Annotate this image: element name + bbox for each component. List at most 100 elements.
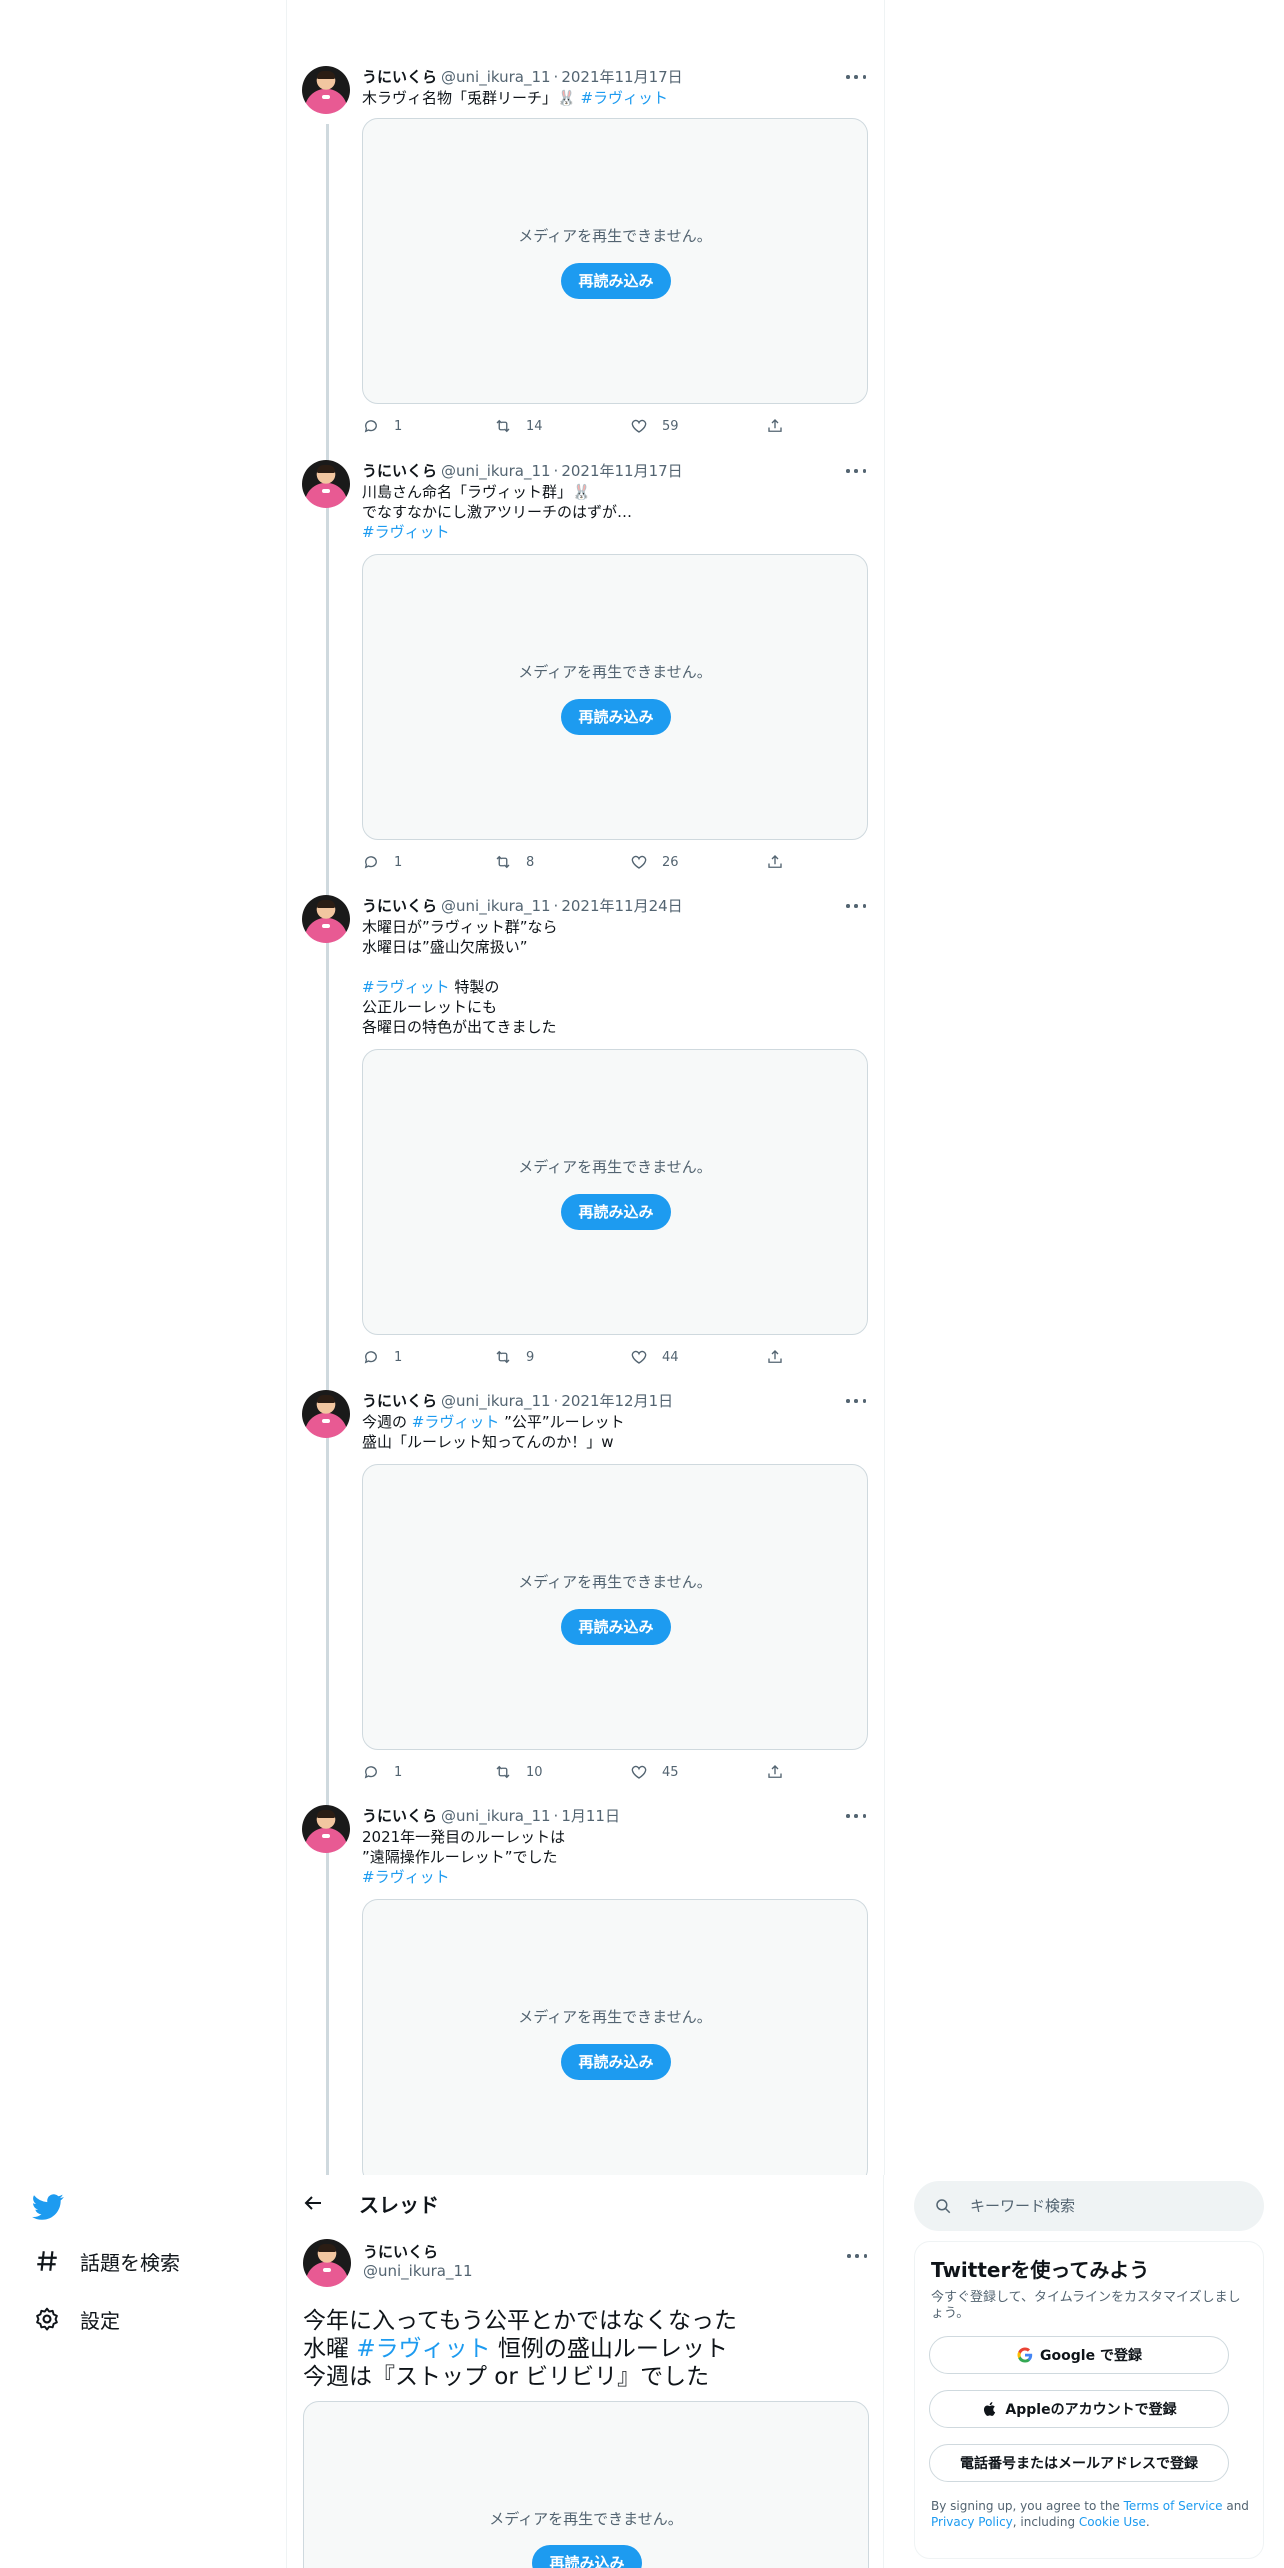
reply-button[interactable]: 1 — [362, 852, 402, 872]
like-button[interactable]: 45 — [630, 1762, 679, 1782]
avatar[interactable] — [302, 895, 350, 943]
tweet-date[interactable]: 1月11日 — [561, 1805, 620, 1827]
author-name[interactable]: うにいくら — [362, 1390, 437, 1412]
nav-explore-label: 話題を検索 — [80, 2250, 180, 2275]
retweet-icon — [496, 855, 510, 869]
apple-icon — [984, 2402, 996, 2416]
avatar[interactable] — [302, 1390, 350, 1438]
reply-button[interactable]: 1 — [362, 1762, 402, 1782]
retweet-button[interactable]: 10 — [494, 1762, 543, 1782]
media-error-message: メディアを再生できません。 — [518, 227, 712, 245]
like-button[interactable]: 26 — [630, 852, 679, 872]
signup-subtitle: 今すぐ登録して、タイムラインをカスタマイズしましょう。 — [931, 2290, 1241, 2321]
reload-button[interactable]: 再読み込み — [561, 1609, 671, 1645]
privacy-link[interactable]: Privacy Policy — [931, 2515, 1013, 2529]
main-tweet-text: 今年に入ってもう公平とかではなくなった 水曜 #ラヴィット 恒例の盛山ルーレット… — [303, 2307, 869, 2391]
share-icon — [768, 1765, 782, 1778]
like-button[interactable]: 59 — [630, 416, 679, 436]
author-name[interactable]: うにいくら — [362, 895, 437, 917]
more-icon[interactable] — [847, 2247, 867, 2265]
tweet-text-part: 木ラヴィ名物「兎群リーチ」🐰 — [362, 89, 581, 107]
reply-button[interactable]: 1 — [362, 1347, 402, 1367]
reply-count: 1 — [394, 418, 403, 434]
search-box[interactable] — [914, 2181, 1264, 2231]
hashtag-link[interactable]: #ラヴィット — [362, 523, 450, 541]
google-signup-label: Google で登録 — [1040, 2348, 1142, 2364]
nav-explore[interactable]: 話題を検索 — [34, 2245, 180, 2277]
author-handle[interactable]: @uni_ikura_11 — [441, 1390, 551, 1412]
tweet-text: 2021年一発目のルーレットは ”遠隔操作ルーレット”でした #ラヴィット — [362, 1827, 868, 1887]
terms-link[interactable]: Terms of Service — [1124, 2499, 1223, 2513]
author-name[interactable]: うにいくら — [362, 66, 437, 88]
tweet-date[interactable]: 2021年11月17日 — [561, 460, 682, 482]
tweet-text: 川島さん命名「ラヴィット群」🐰 でなすなかにし激アツリーチのはずが… #ラヴィッ… — [362, 482, 868, 542]
media-placeholder: メディアを再生できません。 再読み込み — [362, 1464, 868, 1750]
media-error-message: メディアを再生できません。 — [518, 1158, 712, 1176]
retweet-icon — [496, 1350, 510, 1364]
apple-signup-button[interactable]: Appleのアカウントで登録 — [929, 2390, 1229, 2428]
author-handle[interactable]: @uni_ikura_11 — [441, 460, 551, 482]
author-handle[interactable]: @uni_ikura_11 — [441, 1805, 551, 1827]
search-input[interactable] — [970, 2197, 1230, 2215]
author-name[interactable]: うにいくら — [362, 460, 437, 482]
media-placeholder: メディアを再生できません。 再読み込み — [362, 1899, 868, 2185]
reply-button[interactable]: 1 — [362, 416, 402, 436]
share-button[interactable] — [766, 852, 798, 872]
hashtag-link[interactable]: #ラヴィット — [356, 2336, 490, 2362]
share-button[interactable] — [766, 1762, 798, 1782]
hashtag-link[interactable]: #ラヴィット — [580, 89, 668, 107]
like-count: 26 — [662, 854, 679, 870]
more-icon[interactable] — [846, 68, 866, 86]
reply-icon — [364, 420, 377, 433]
reload-button[interactable]: 再読み込み — [561, 2044, 671, 2080]
separator-dot: · — [553, 897, 559, 915]
author-name[interactable]: うにいくら — [363, 2241, 438, 2262]
tweet-actions: 1 14 59 — [362, 416, 868, 436]
like-icon — [631, 855, 647, 869]
author-handle[interactable]: @uni_ikura_11 — [441, 895, 551, 917]
nav-settings[interactable]: 設定 — [34, 2303, 120, 2335]
tweet-text-part: 2021年一発目のルーレットは ”遠隔操作ルーレット”でした — [362, 1828, 566, 1866]
reload-button[interactable]: 再読み込み — [561, 699, 671, 735]
hashtag-link[interactable]: #ラヴィット — [412, 1413, 500, 1431]
retweet-button[interactable]: 8 — [494, 852, 534, 872]
more-icon[interactable] — [846, 462, 866, 480]
separator-dot: · — [553, 1807, 559, 1825]
share-button[interactable] — [766, 1347, 798, 1367]
more-icon[interactable] — [846, 1807, 866, 1825]
phone-email-signup-label: 電話番号またはメールアドレスで登録 — [960, 2456, 1198, 2472]
hashtag-link[interactable]: #ラヴィット — [362, 1868, 450, 1886]
retweet-button[interactable]: 14 — [494, 416, 543, 436]
media-error-message: メディアを再生できません。 — [518, 1573, 712, 1591]
media-placeholder: メディアを再生できません。 再読み込み — [362, 118, 868, 404]
retweet-count: 10 — [526, 1764, 543, 1780]
google-signup-button[interactable]: Google で登録 — [929, 2336, 1229, 2374]
author-handle[interactable]: @uni_ikura_11 — [441, 66, 551, 88]
reload-button[interactable]: 再読み込み — [532, 2545, 642, 2568]
search-icon — [936, 2199, 951, 2214]
hashtag-link[interactable]: #ラヴィット — [362, 978, 450, 996]
avatar[interactable] — [302, 460, 350, 508]
reload-button[interactable]: 再読み込み — [561, 263, 671, 299]
back-arrow-icon[interactable] — [301, 2191, 325, 2215]
tweet-text-part: 木曜日が”ラヴィット群”なら 水曜日は”盛山欠席扱い” — [362, 918, 558, 956]
tweet-date[interactable]: 2021年12月1日 — [561, 1390, 673, 1412]
tweet-date[interactable]: 2021年11月24日 — [561, 895, 682, 917]
author-handle[interactable]: @uni_ikura_11 — [363, 2262, 473, 2280]
reload-button[interactable]: 再読み込み — [561, 1194, 671, 1230]
cookie-link[interactable]: Cookie Use — [1079, 2515, 1146, 2529]
retweet-button[interactable]: 9 — [494, 1347, 534, 1367]
avatar[interactable] — [302, 1805, 350, 1853]
more-icon[interactable] — [846, 897, 866, 915]
twitter-logo-icon[interactable] — [32, 2191, 64, 2223]
share-button[interactable] — [766, 416, 798, 436]
more-icon[interactable] — [846, 1392, 866, 1410]
author-name[interactable]: うにいくら — [362, 1805, 437, 1827]
tweet-date[interactable]: 2021年11月17日 — [561, 66, 682, 88]
google-icon — [1017, 2347, 1033, 2363]
thread-page: うにいくら @uni_ikura_11 · 2021年11月17日 木ラヴィ名物… — [0, 0, 1284, 2568]
phone-email-signup-button[interactable]: 電話番号またはメールアドレスで登録 — [929, 2444, 1229, 2482]
like-button[interactable]: 44 — [630, 1347, 679, 1367]
avatar[interactable] — [303, 2239, 351, 2287]
avatar[interactable] — [302, 66, 350, 114]
